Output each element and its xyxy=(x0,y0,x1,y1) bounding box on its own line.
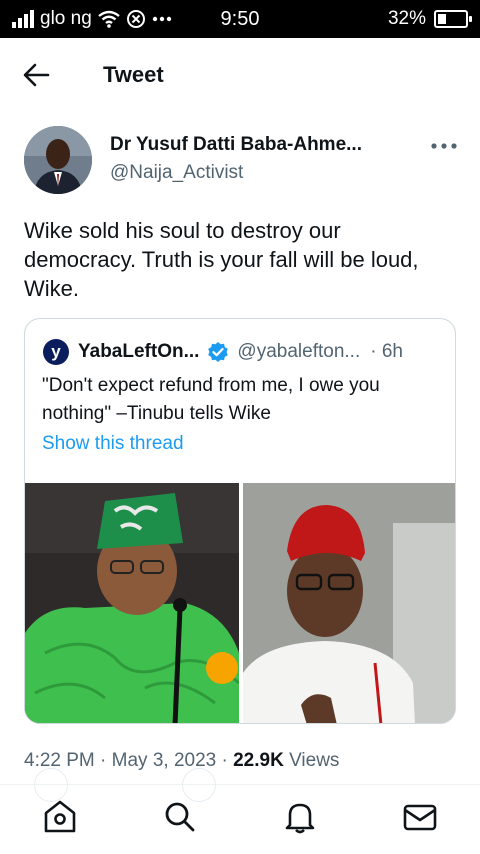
home-icon[interactable] xyxy=(42,798,78,836)
quoted-tweet-card[interactable]: y YabaLeftOn... @yabalefton... · 6h "Don… xyxy=(24,318,456,724)
author-handle[interactable]: @Naija_Activist xyxy=(110,162,243,184)
page-title: Tweet xyxy=(103,62,164,87)
quoted-author-name[interactable]: YabaLeftOn... xyxy=(78,341,199,363)
touch-ripple xyxy=(34,768,68,802)
search-icon[interactable] xyxy=(162,798,198,836)
quoted-author-handle: @yabalefton... xyxy=(237,341,361,362)
quoted-timestamp: · 6h xyxy=(370,341,403,362)
status-right: 32% xyxy=(387,8,472,30)
views-label: Views xyxy=(283,750,340,771)
battery-percent: 32% xyxy=(387,8,426,29)
quoted-image-2[interactable] xyxy=(243,483,455,723)
battery-icon xyxy=(434,10,472,28)
divider xyxy=(0,784,480,785)
touch-ripple xyxy=(182,768,216,802)
author-name[interactable]: Dr Yusuf Datti Baba-Ahme... xyxy=(110,134,362,156)
status-bar: glo ng 9:50 32% xyxy=(0,0,480,38)
show-thread-link[interactable]: Show this thread xyxy=(42,433,184,455)
quoted-image-1[interactable] xyxy=(25,483,239,723)
quoted-avatar[interactable]: y xyxy=(43,339,69,365)
tweet-meta: 4:22 PM · May 3, 2023 · 22.9K Views xyxy=(24,750,339,772)
verified-badge-icon xyxy=(208,342,229,362)
quoted-tweet-header: y YabaLeftOn... @yabalefton... · 6h xyxy=(43,339,403,365)
tweet-header: Tweet xyxy=(0,38,480,114)
notifications-icon[interactable] xyxy=(282,798,318,836)
tweet-text: Wike sold his soul to destroy our democr… xyxy=(24,218,419,301)
avatar[interactable] xyxy=(24,126,92,194)
arrow-left-icon[interactable] xyxy=(22,62,52,88)
messages-icon[interactable] xyxy=(402,798,438,836)
quoted-tweet-text: "Don't expect refund from me, I owe you … xyxy=(42,375,380,424)
views-count: 22.9K xyxy=(233,750,284,771)
more-options-icon[interactable] xyxy=(430,140,458,152)
